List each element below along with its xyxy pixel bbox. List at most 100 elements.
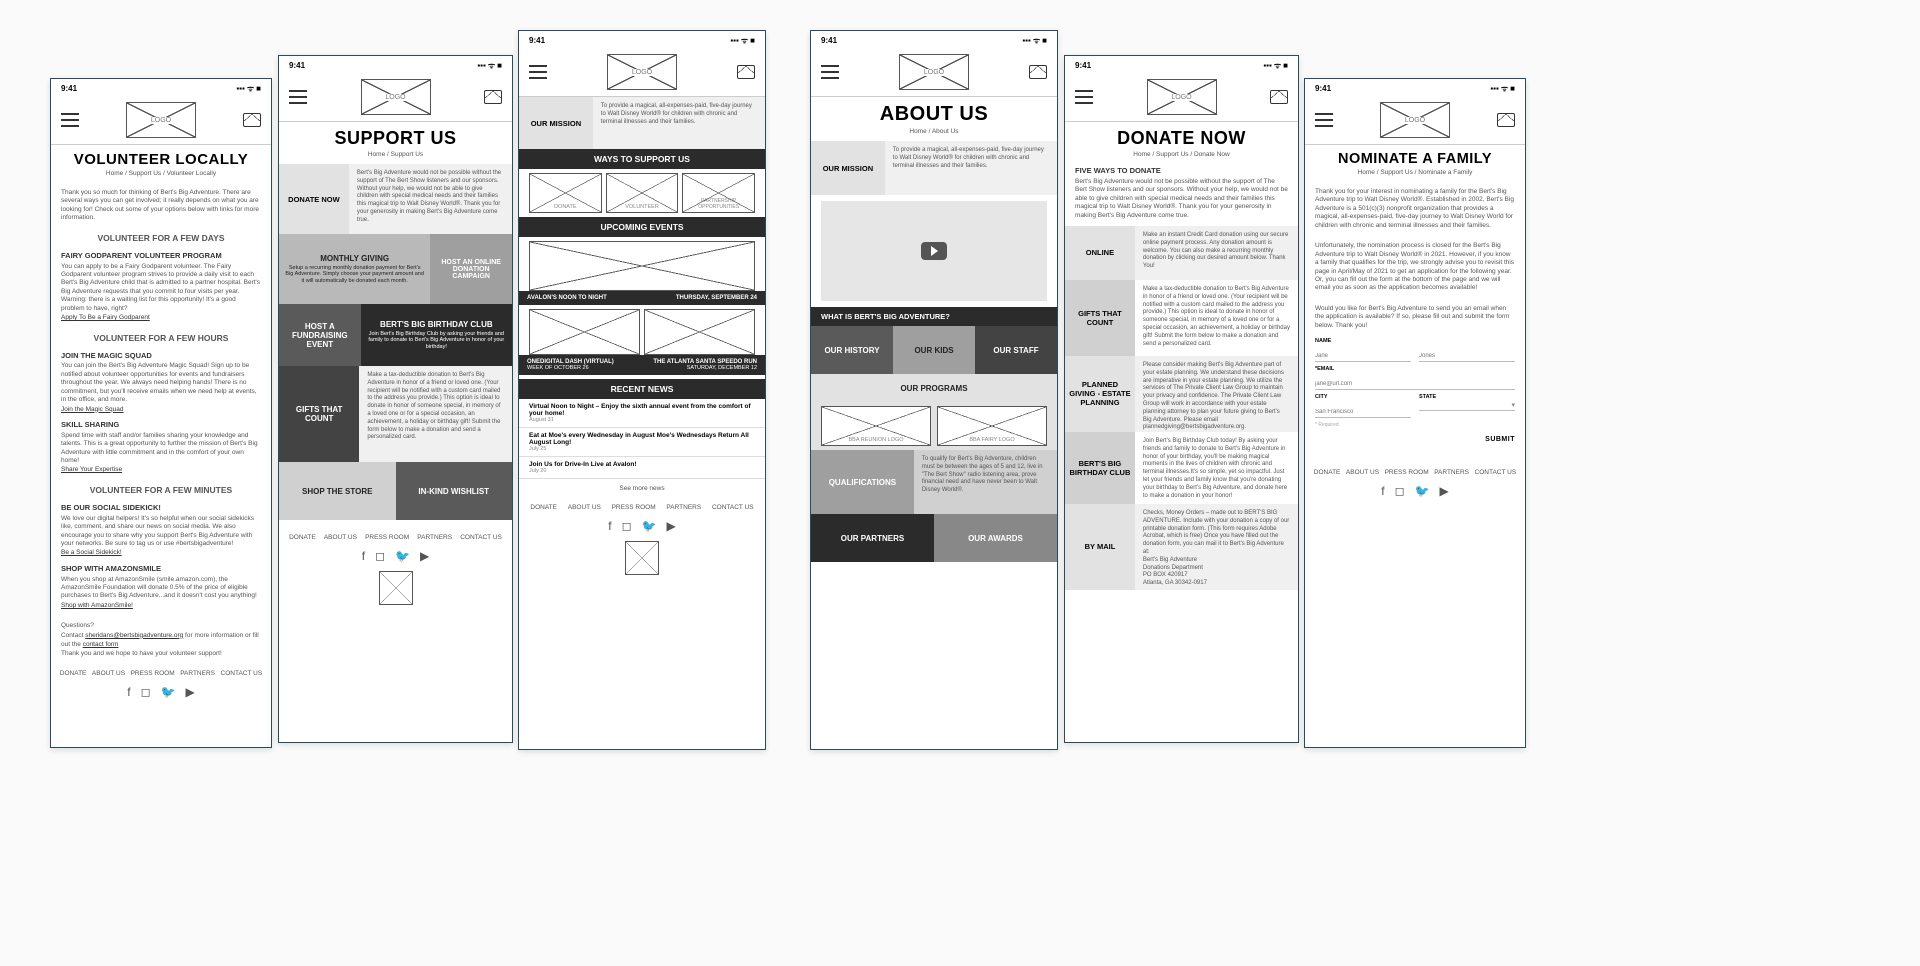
breadcrumb[interactable]: Home / Support Us / Donate Now	[1065, 151, 1298, 164]
event-image[interactable]	[529, 309, 640, 355]
way-partner-tile[interactable]: PARTNERSHIP OPPORTUNITIES	[682, 173, 755, 213]
planned-label[interactable]: PLANNED GIVING - ESTATE PLANNING	[1065, 356, 1135, 432]
gifts-label[interactable]: GIFTS THAT COUNT	[1065, 280, 1135, 356]
mail-icon[interactable]	[1270, 90, 1288, 104]
first-name-input[interactable]	[1315, 351, 1411, 362]
online-label[interactable]: ONLINE	[1065, 226, 1135, 280]
footer-link[interactable]: DONATE	[1314, 469, 1341, 476]
logo[interactable]: LOGO	[607, 54, 677, 90]
instagram-icon[interactable]: ◻	[622, 519, 632, 533]
twitter-icon[interactable]: 🐦	[395, 549, 410, 563]
state-select[interactable]	[1419, 400, 1511, 410]
program-logo[interactable]: BBA FAIRY LOGO	[937, 406, 1047, 446]
footer-link[interactable]: DONATE	[60, 670, 87, 677]
hamburger-icon[interactable]	[1315, 113, 1333, 127]
footer-link[interactable]: ABOUT US	[1346, 469, 1379, 476]
mail-icon[interactable]	[243, 113, 261, 127]
birthday-label[interactable]: BERT'S BIG BIRTHDAY CLUB	[1065, 432, 1135, 504]
footer-link[interactable]: ABOUT US	[324, 534, 357, 541]
sidekick-link[interactable]: Be a Social Sidekick!	[61, 549, 122, 557]
instagram-icon[interactable]: ◻	[375, 549, 385, 563]
contact-link[interactable]: contact form	[83, 641, 119, 649]
monthly-giving-tile[interactable]: MONTHLY GIVING Setup a recurring monthly…	[279, 234, 430, 304]
way-donate-tile[interactable]: DONATE	[529, 173, 602, 213]
event-image[interactable]	[644, 309, 755, 355]
hamburger-icon[interactable]	[1075, 90, 1093, 104]
birthday-club-tile[interactable]: BERT'S BIG BIRTHDAY CLUB Join Bert's Big…	[361, 304, 512, 366]
shop-store-tile[interactable]: SHOP THE STORE	[279, 462, 396, 520]
breadcrumb[interactable]: Home / Support Us / Volunteer Locally	[51, 170, 271, 183]
footer-link[interactable]: PARTNERS	[180, 670, 215, 677]
footer-link[interactable]: ABOUT US	[92, 670, 125, 677]
event-image[interactable]	[529, 241, 755, 291]
logo[interactable]: LOGO	[126, 102, 196, 138]
footer-link[interactable]: PARTNERS	[666, 504, 701, 511]
staff-tile[interactable]: OUR STAFF	[975, 326, 1057, 374]
news-item[interactable]: Eat at Moe's every Wednesday in August M…	[519, 428, 765, 457]
join-link[interactable]: Join the Magic Squad	[61, 406, 124, 414]
hamburger-icon[interactable]	[529, 65, 547, 79]
instagram-icon[interactable]: ◻	[1395, 484, 1405, 498]
kids-tile[interactable]: OUR KIDS	[893, 326, 975, 374]
hamburger-icon[interactable]	[289, 90, 307, 104]
city-input[interactable]	[1315, 407, 1411, 418]
instagram-icon[interactable]: ◻	[141, 685, 151, 699]
event-row[interactable]: AVALON'S NOON TO NIGHT THURSDAY, SEPTEMB…	[519, 291, 765, 305]
youtube-icon[interactable]: ▶	[667, 519, 676, 533]
footer-link[interactable]: PRESS ROOM	[365, 534, 409, 541]
history-tile[interactable]: OUR HISTORY	[811, 326, 893, 374]
amazon-link[interactable]: Shop with AmazonSmile!	[61, 602, 133, 610]
video-player[interactable]	[821, 201, 1047, 301]
facebook-icon[interactable]: f	[362, 549, 365, 563]
logo[interactable]: LOGO	[1380, 102, 1450, 138]
mail-icon[interactable]	[484, 90, 502, 104]
logo[interactable]: LOGO	[899, 54, 969, 90]
footer-link[interactable]: CONTACT US	[460, 534, 502, 541]
footer-link[interactable]: PARTNERS	[1434, 469, 1469, 476]
breadcrumb[interactable]: Home / Support Us	[279, 151, 512, 164]
footer-link[interactable]: PRESS ROOM	[131, 670, 175, 677]
footer-link[interactable]: CONTACT US	[1475, 469, 1517, 476]
awards-tile[interactable]: OUR AWARDS	[934, 514, 1057, 562]
submit-button[interactable]: SUBMIT	[1485, 436, 1515, 443]
footer-link[interactable]: CONTACT US	[221, 670, 263, 677]
mail-label[interactable]: BY MAIL	[1065, 504, 1135, 590]
logo[interactable]: LOGO	[361, 79, 431, 115]
twitter-icon[interactable]: 🐦	[161, 685, 176, 699]
program-logo[interactable]: BBA REUNION LOGO	[821, 406, 931, 446]
hamburger-icon[interactable]	[61, 113, 79, 127]
email-link[interactable]: sheridans@bertsbigadventure.org	[85, 632, 183, 640]
footer-link[interactable]: DONATE	[530, 504, 557, 511]
logo[interactable]: LOGO	[1147, 79, 1217, 115]
see-more-link[interactable]: See more news	[519, 479, 765, 498]
way-volunteer-tile[interactable]: VOLUNTEER	[606, 173, 679, 213]
event-row[interactable]: ONEDIGITAL DASH (VIRTUAL)WEEK OF OCTOBER…	[519, 355, 765, 375]
gifts-count-tile[interactable]: GIFTS THAT COUNT	[279, 366, 359, 462]
footer-link[interactable]: PRESS ROOM	[1385, 469, 1429, 476]
footer-link[interactable]: ABOUT US	[568, 504, 601, 511]
mail-icon[interactable]	[1497, 113, 1515, 127]
footer-link[interactable]: PRESS ROOM	[612, 504, 656, 511]
facebook-icon[interactable]: f	[1381, 484, 1384, 498]
twitter-icon[interactable]: 🐦	[642, 519, 657, 533]
news-item[interactable]: Virtual Noon to Night – Enjoy the sixth …	[519, 399, 765, 428]
facebook-icon[interactable]: f	[127, 685, 130, 699]
mail-icon[interactable]	[737, 65, 755, 79]
wishlist-tile[interactable]: IN-KIND WISHLIST	[396, 462, 513, 520]
host-event-tile[interactable]: HOST A FUNDRAISING EVENT	[279, 304, 361, 366]
youtube-icon[interactable]: ▶	[420, 549, 429, 563]
share-link[interactable]: Share Your Expertise	[61, 466, 122, 474]
email-input[interactable]	[1315, 379, 1515, 390]
facebook-icon[interactable]: f	[608, 519, 611, 533]
hamburger-icon[interactable]	[821, 65, 839, 79]
partners-tile[interactable]: OUR PARTNERS	[811, 514, 934, 562]
youtube-icon[interactable]: ▶	[1440, 484, 1449, 498]
apply-link[interactable]: Apply To Be a Fairy Godparent	[61, 314, 150, 322]
mail-icon[interactable]	[1029, 65, 1047, 79]
footer-link[interactable]: PARTNERS	[417, 534, 452, 541]
online-campaign-tile[interactable]: HOST AN ONLINE DONATION CAMPAIGN	[430, 234, 512, 304]
news-item[interactable]: Join Us for Drive-In Live at Avalon!July…	[519, 457, 765, 479]
footer-link[interactable]: CONTACT US	[712, 504, 754, 511]
donate-now-tile[interactable]: DONATE NOW	[279, 164, 349, 234]
youtube-icon[interactable]: ▶	[186, 685, 195, 699]
